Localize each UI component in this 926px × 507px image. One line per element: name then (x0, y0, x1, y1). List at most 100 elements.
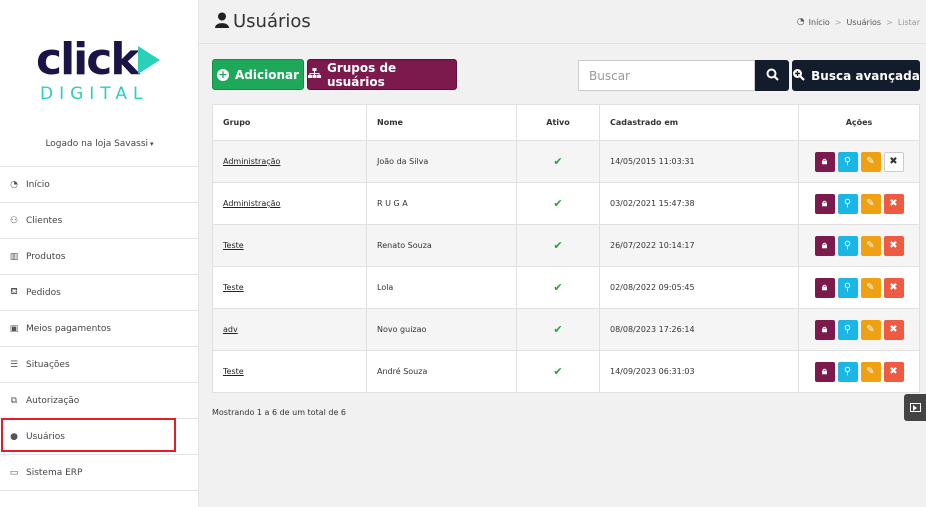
group-link[interactable]: Teste (223, 367, 244, 376)
column-header-grupo[interactable]: Grupo (212, 104, 367, 141)
edit-button[interactable]: ✎ (860, 361, 881, 382)
breadcrumb-usuarios[interactable]: Usuários (847, 18, 882, 27)
logo-subtitle: DIGITAL (40, 84, 149, 104)
user-icon (215, 12, 229, 32)
cell-nome: André Souza (366, 350, 517, 393)
group-link[interactable]: Administração (223, 199, 280, 208)
sidebar-item-clientes[interactable]: ⚇ Clientes (0, 203, 199, 239)
cell-ativo: ✔ (516, 182, 600, 225)
close-icon: ✖ (889, 240, 898, 251)
users-icon: ⚇ (9, 215, 19, 226)
user-groups-button[interactable]: Grupos de usuários (307, 59, 457, 90)
breadcrumb: ◔ Início > Usuários > Listar (797, 17, 920, 27)
barcode-icon: ▥ (9, 251, 19, 262)
sidebar-item-sistema-erp[interactable]: ▭ Sistema ERP (0, 455, 199, 491)
permissions-button[interactable]: 🔒︎ (814, 319, 835, 340)
dashboard-icon: ◔ (10, 179, 18, 190)
cell-grupo: Teste (212, 266, 367, 309)
plus-icon: + (216, 67, 229, 81)
brand-logo[interactable]: click DIGITAL (36, 38, 164, 104)
sidebar: click DIGITAL Logado na loja Savassi ▾ ◔ I… (0, 0, 199, 507)
delete-button[interactable]: ✖ (883, 319, 904, 340)
column-header-cadastrado[interactable]: Cadastrado em (599, 104, 799, 141)
close-icon: ✖ (889, 366, 898, 377)
view-button[interactable]: ⚲ (837, 235, 858, 256)
main-content: Usuários ◔ Início > Usuários > Listar + … (199, 0, 926, 507)
group-link[interactable]: Teste (223, 241, 244, 250)
sidebar-item-label: Meios pagamentos (26, 323, 112, 334)
cell-cadastrado: 02/08/2022 09:05:45 (599, 266, 799, 309)
delete-button[interactable]: ✖ (883, 193, 904, 214)
table-row: Teste Renato Souza ✔ 26/07/2022 10:14:17… (212, 224, 920, 267)
breadcrumb-inicio[interactable]: Início (809, 18, 830, 27)
add-button-label: Adicionar (234, 67, 300, 82)
delete-button[interactable]: ✖ (883, 277, 904, 298)
permissions-button[interactable]: 🔒︎ (814, 151, 835, 172)
sidebar-item-produtos[interactable]: ▥ Produtos (0, 239, 199, 275)
table-row: Administração R U G A ✔ 03/02/2021 15:47… (212, 182, 920, 225)
view-button[interactable]: ⚲ (837, 277, 858, 298)
lock-icon: 🔒︎ (821, 282, 828, 293)
delete-button[interactable]: ✖ (883, 151, 904, 172)
cell-cadastrado: 14/09/2023 06:31:03 (599, 350, 799, 393)
edit-button[interactable]: ✎ (860, 193, 881, 214)
check-icon: ✔ (553, 155, 563, 168)
edit-button[interactable]: ✎ (860, 319, 881, 340)
breadcrumb-separator: > (834, 17, 842, 27)
view-button[interactable]: ⚲ (837, 319, 858, 340)
page-header: Usuários ◔ Início > Usuários > Listar (199, 0, 926, 44)
edit-button[interactable]: ✎ (860, 277, 881, 298)
group-link[interactable]: adv (223, 325, 238, 334)
delete-button[interactable]: ✖ (883, 235, 904, 256)
column-header-ativo[interactable]: Ativo (516, 104, 600, 141)
delete-button[interactable]: ✖ (883, 361, 904, 382)
advanced-search-button[interactable]: Busca avançada (792, 60, 920, 91)
breadcrumb-separator: > (886, 17, 893, 27)
pagination-info: Mostrando 1 a 6 de um total de 6 (212, 408, 347, 417)
cell-acoes: 🔒︎ ⚲ ✎ ✖ (798, 266, 920, 309)
sidebar-item-inicio[interactable]: ◔ Início (0, 167, 199, 203)
sidebar-item-label: Produtos (26, 251, 66, 262)
permissions-button[interactable]: 🔒︎ (814, 361, 835, 382)
column-header-nome[interactable]: Nome (366, 104, 517, 141)
edit-button[interactable]: ✎ (860, 235, 881, 256)
search-input[interactable] (578, 60, 755, 91)
view-button[interactable]: ⚲ (837, 361, 858, 382)
cell-nome: R U G A (366, 182, 517, 225)
view-button[interactable]: ⚲ (837, 151, 858, 172)
cell-acoes: 🔒︎ ⚲ ✎ ✖ (798, 182, 920, 225)
edit-icon: ✎ (866, 324, 875, 335)
check-icon: ✔ (553, 197, 563, 210)
edit-button[interactable]: ✎ (860, 151, 881, 172)
sidebar-item-autorizacao[interactable]: ⧉ Autorização (0, 383, 199, 419)
side-panel-toggle[interactable] (904, 394, 926, 421)
store-selector[interactable]: Logado na loja Savassi ▾ (0, 139, 199, 149)
check-icon: ✔ (553, 323, 563, 336)
check-icon: ✔ (553, 281, 563, 294)
sidebar-item-pedidos[interactable]: ⛾ Pedidos (0, 275, 199, 311)
sidebar-item-situacoes[interactable]: ☰ Situações (0, 347, 199, 383)
edit-icon: ✎ (866, 240, 875, 251)
lock-icon: 🔒︎ (821, 366, 828, 377)
permissions-button[interactable]: 🔒︎ (814, 277, 835, 298)
sidebar-item-label: Autorização (26, 395, 80, 406)
group-link[interactable]: Administração (223, 157, 280, 166)
cell-ativo: ✔ (516, 350, 600, 393)
search-icon (766, 68, 779, 84)
permissions-button[interactable]: 🔒︎ (814, 235, 835, 256)
search-button[interactable] (755, 60, 789, 91)
view-button[interactable]: ⚲ (837, 193, 858, 214)
sidebar-item-meios-pagamentos[interactable]: ▣ Meios pagamentos (0, 311, 199, 347)
user-groups-button-label: Grupos de usuários (327, 60, 397, 89)
group-link[interactable]: Teste (223, 283, 244, 292)
advanced-search-label: Busca avançada (811, 68, 920, 83)
add-button[interactable]: + Adicionar (212, 59, 304, 90)
cell-cadastrado: 08/08/2023 17:26:14 (599, 308, 799, 351)
lock-icon: 🔒︎ (821, 324, 828, 335)
close-icon: ✖ (889, 282, 898, 293)
close-icon: ✖ (889, 198, 898, 209)
edit-icon: ✎ (866, 156, 875, 167)
zoom-in-icon (792, 68, 805, 84)
permissions-button[interactable]: 🔒︎ (814, 193, 835, 214)
cell-cadastrado: 26/07/2022 10:14:17 (599, 224, 799, 267)
